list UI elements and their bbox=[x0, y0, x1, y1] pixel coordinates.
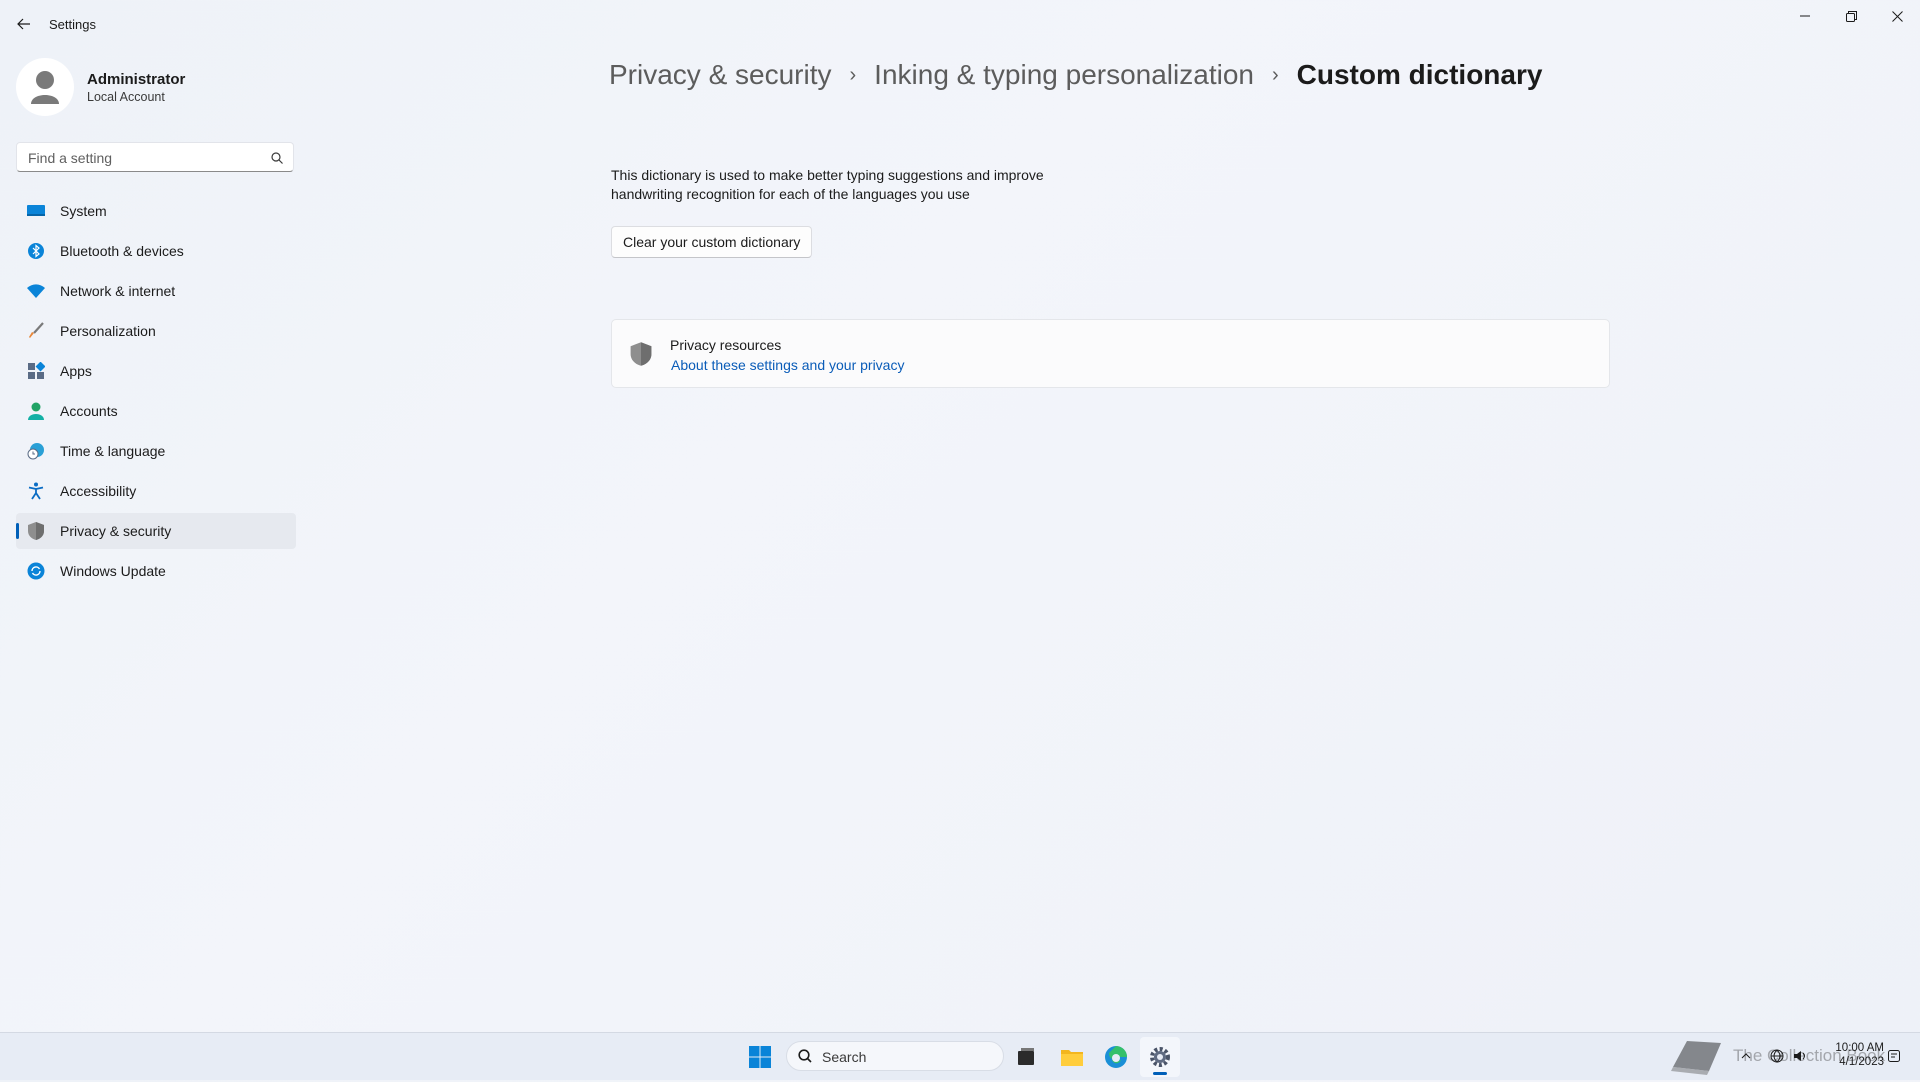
sidebar-item-label: Bluetooth & devices bbox=[60, 243, 184, 259]
sidebar-item-network-internet[interactable]: Network & internet bbox=[16, 273, 296, 309]
wifi-icon bbox=[26, 281, 46, 301]
task-view-icon bbox=[1018, 1048, 1034, 1065]
privacy-settings-link[interactable]: About these settings and your privacy bbox=[671, 357, 904, 373]
settings-button[interactable] bbox=[1140, 1037, 1180, 1077]
user-avatar-icon bbox=[31, 71, 59, 104]
sidebar-item-apps[interactable]: Apps bbox=[16, 353, 296, 389]
window-title: Settings bbox=[49, 17, 96, 32]
active-indicator bbox=[16, 523, 19, 539]
sidebar-nav: System Bluetooth & devices Network & int… bbox=[16, 193, 296, 593]
taskbar: Search The Collection Book 10:00 AM 4/1/… bbox=[0, 1032, 1920, 1080]
start-icon bbox=[749, 1046, 771, 1068]
sidebar-item-windows-update[interactable]: Windows Update bbox=[16, 553, 296, 589]
close-icon bbox=[1891, 10, 1903, 22]
sidebar-item-system[interactable]: System bbox=[16, 193, 296, 229]
shield-icon bbox=[26, 521, 46, 541]
sidebar-item-label: Accounts bbox=[60, 403, 118, 419]
start-button[interactable] bbox=[740, 1037, 780, 1077]
breadcrumb-privacy-security[interactable]: Privacy & security bbox=[609, 59, 832, 91]
accounts-icon bbox=[26, 401, 46, 421]
back-button[interactable] bbox=[12, 12, 36, 36]
profile-name: Administrator bbox=[87, 71, 186, 88]
edge-icon bbox=[1105, 1046, 1127, 1068]
search-icon[interactable] bbox=[271, 151, 283, 169]
apps-icon bbox=[26, 361, 46, 381]
close-button[interactable] bbox=[1874, 0, 1920, 32]
clock-time: 10:00 AM bbox=[1835, 1042, 1884, 1054]
avatar bbox=[16, 58, 74, 116]
sidebar-item-label: Personalization bbox=[60, 323, 156, 339]
sidebar-item-label: System bbox=[60, 203, 107, 219]
page-title: Custom dictionary bbox=[1296, 59, 1543, 90]
system-clock[interactable]: 10:00 AM 4/1/2023 bbox=[1820, 1041, 1884, 1069]
chevron-right-icon: › bbox=[1271, 63, 1279, 86]
shield-icon bbox=[629, 341, 653, 372]
dictionary-description: This dictionary is used to make better t… bbox=[611, 167, 1044, 202]
sidebar-item-label: Apps bbox=[60, 363, 92, 379]
volume-icon[interactable] bbox=[1792, 1048, 1808, 1064]
clock-date: 4/1/2023 bbox=[1839, 1056, 1884, 1068]
restore-button[interactable] bbox=[1828, 0, 1874, 32]
find-setting-search bbox=[16, 142, 294, 172]
sidebar-item-label: Network & internet bbox=[60, 283, 176, 299]
profile-account-type: Local Account bbox=[87, 90, 165, 104]
book-icon bbox=[1671, 1041, 1721, 1075]
minimize-icon bbox=[1800, 15, 1810, 17]
sidebar-item-label: Windows Update bbox=[60, 563, 166, 579]
restore-icon bbox=[1845, 10, 1857, 22]
sidebar-item-label: Time & language bbox=[60, 443, 166, 459]
chevron-up-icon[interactable] bbox=[1738, 1048, 1754, 1064]
sidebar-item-label: Accessibility bbox=[60, 483, 137, 499]
search-icon bbox=[798, 1049, 812, 1068]
sidebar-item-accounts[interactable]: Accounts bbox=[16, 393, 296, 429]
breadcrumb: Privacy & security › Inking & typing per… bbox=[609, 52, 1542, 98]
brush-icon bbox=[26, 321, 46, 341]
search-input[interactable] bbox=[26, 148, 260, 168]
system-icon bbox=[26, 201, 46, 221]
task-view-button[interactable] bbox=[1006, 1037, 1046, 1077]
windows-update-icon bbox=[26, 561, 46, 581]
file-explorer-icon bbox=[1061, 1050, 1083, 1066]
file-explorer-button[interactable] bbox=[1052, 1037, 1092, 1077]
bluetooth-icon bbox=[26, 241, 46, 261]
minimize-button[interactable] bbox=[1782, 0, 1828, 32]
notification-icon[interactable] bbox=[1886, 1048, 1902, 1064]
sidebar-item-privacy-security[interactable]: Privacy & security bbox=[16, 513, 296, 549]
taskbar-search-label: Search bbox=[822, 1049, 867, 1065]
collection-book-watermark bbox=[1665, 1037, 1735, 1077]
sidebar-item-bluetooth-devices[interactable]: Bluetooth & devices bbox=[16, 233, 296, 269]
edge-button[interactable] bbox=[1096, 1037, 1136, 1077]
sidebar-item-time-language[interactable]: Time & language bbox=[16, 433, 296, 469]
sidebar-item-personalization[interactable]: Personalization bbox=[16, 313, 296, 349]
settings-icon bbox=[1150, 1047, 1170, 1067]
privacy-resources-card: Privacy resources About these settings a… bbox=[611, 319, 1610, 388]
back-arrow-icon bbox=[17, 18, 30, 30]
privacy-resources-title: Privacy resources bbox=[670, 337, 782, 353]
network-globe-icon[interactable] bbox=[1769, 1048, 1785, 1064]
time-language-icon bbox=[26, 441, 46, 461]
clear-custom-dictionary-button[interactable]: Clear your custom dictionary bbox=[611, 226, 813, 258]
sidebar-item-label: Privacy & security bbox=[60, 523, 172, 539]
taskbar-search[interactable]: Search bbox=[786, 1041, 1004, 1071]
user-profile[interactable]: Administrator Local Account bbox=[16, 56, 296, 120]
accessibility-icon bbox=[26, 481, 46, 501]
sidebar-item-accessibility[interactable]: Accessibility bbox=[16, 473, 296, 509]
chevron-right-icon: › bbox=[849, 63, 857, 86]
title-bar: Settings bbox=[0, 0, 1920, 48]
breadcrumb-inking-typing[interactable]: Inking & typing personalization bbox=[874, 59, 1254, 91]
